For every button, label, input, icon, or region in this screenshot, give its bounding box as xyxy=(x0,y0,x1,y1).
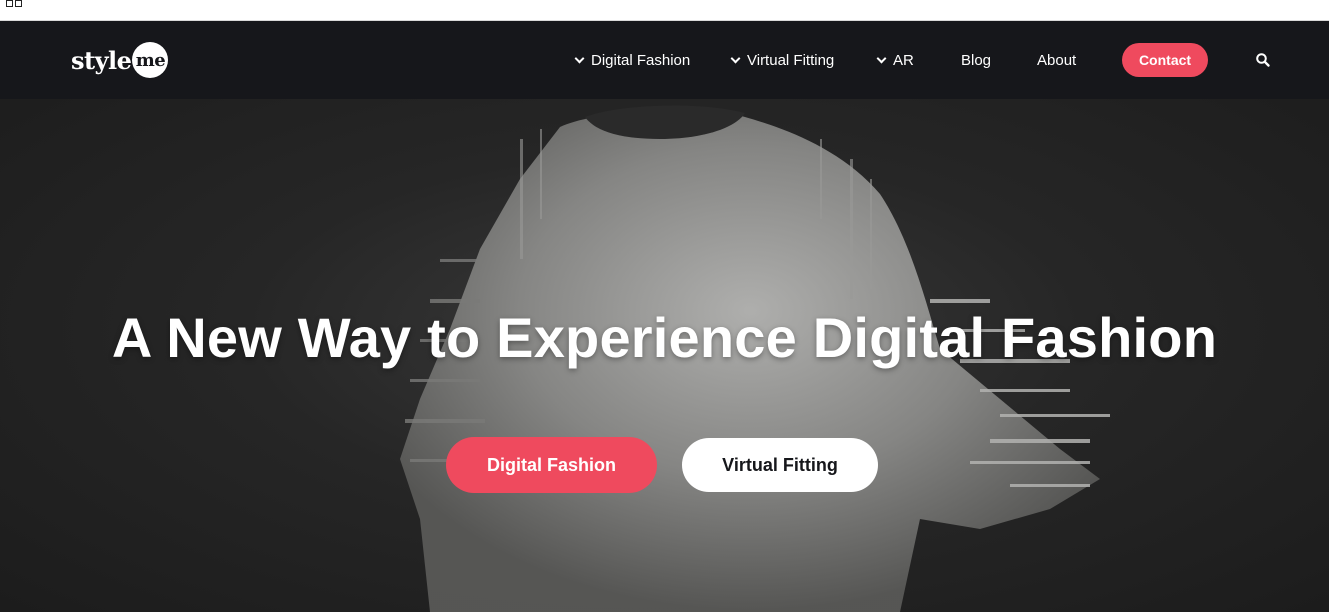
nav-item-label: Digital Fashion xyxy=(591,51,691,69)
virtual-fitting-button[interactable]: Virtual Fitting xyxy=(682,438,878,492)
chevron-down-icon xyxy=(730,53,741,63)
nav-item-label: Blog xyxy=(961,51,992,69)
browser-top-strip xyxy=(0,0,1329,21)
nav-item-label: Virtual Fitting xyxy=(747,51,835,69)
chevron-down-icon xyxy=(876,53,887,63)
digital-fashion-button[interactable]: Digital Fashion xyxy=(446,437,657,493)
site-header: style me Digital Fashion Virtual Fitting… xyxy=(0,21,1329,99)
main-nav: Digital Fashion Virtual Fitting AR Blog … xyxy=(0,21,1329,99)
window-tile-icon[interactable] xyxy=(6,0,22,8)
hero-section: A New Way to Experience Digital Fashion … xyxy=(0,99,1329,612)
hero-title: A New Way to Experience Digital Fashion xyxy=(111,306,1218,369)
nav-item-virtual-fitting[interactable]: Virtual Fitting xyxy=(730,50,835,70)
nav-item-digital-fashion[interactable]: Digital Fashion xyxy=(574,50,691,70)
search-icon[interactable] xyxy=(1255,52,1271,68)
contact-button[interactable]: Contact xyxy=(1122,43,1208,77)
nav-item-label: AR xyxy=(893,51,914,69)
chevron-down-icon xyxy=(574,53,585,63)
nav-item-label: About xyxy=(1037,51,1077,69)
nav-item-about[interactable]: About xyxy=(1037,50,1076,70)
nav-item-ar[interactable]: AR xyxy=(876,50,914,70)
nav-item-blog[interactable]: Blog xyxy=(961,50,991,70)
